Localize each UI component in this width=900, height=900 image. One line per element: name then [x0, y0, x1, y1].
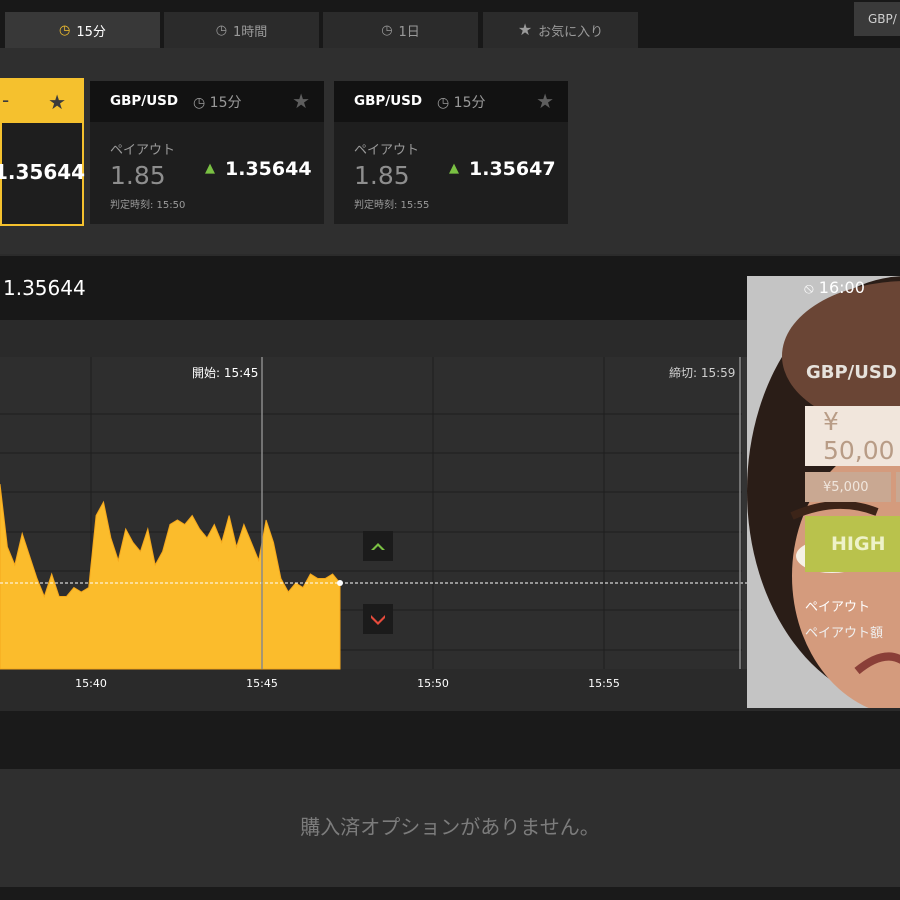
star-icon[interactable]: ★ [292, 89, 310, 113]
high-button[interactable]: HIGH [805, 516, 900, 572]
option-card-selected[interactable]: - ★ 1.35644 [0, 78, 86, 226]
low-marker[interactable] [363, 604, 393, 634]
star-icon: ★ [517, 20, 533, 39]
positions-panel: 購入済オプションがありません。 [0, 769, 900, 887]
up-arrow-icon: ▲ [449, 161, 459, 176]
card-duration: ◷ 15分 [193, 92, 242, 112]
no-entry-icon: ⦸ [804, 279, 814, 297]
tab-label: お気に入り [538, 24, 604, 40]
tab-1hour[interactable]: ◷ 1時間 [164, 12, 319, 48]
pair-select-button[interactable]: GBP/ [854, 2, 900, 36]
card-pair: GBP/USD [110, 93, 179, 109]
card-price: 1.35644 [0, 160, 86, 184]
timeframe-tab-bar: ◷ 15分 ◷ 1時間 ◷ 1日 ★ お気に入り GBP/ [0, 0, 900, 48]
clock-icon: ◷ [59, 22, 71, 38]
card-duration: ◷ 15分 [437, 92, 486, 112]
expiry-time-value: 16:00 [818, 278, 865, 297]
judgement-time: 判定時刻: 15:50 [110, 200, 186, 211]
amount-input[interactable]: ¥ 50,00 [805, 406, 900, 466]
judgement-time: 判定時刻: 15:55 [354, 200, 430, 211]
x-tick: 15:50 [417, 677, 449, 690]
option-card[interactable]: GBP/USD ◷ 15分 ★ ペイアウト 1.85 ▲ 1.35647 判定時… [334, 81, 568, 224]
x-tick: 15:55 [588, 677, 620, 690]
payout-label: ペイアウト [110, 143, 176, 158]
card-price: 1.35644 [225, 158, 312, 180]
star-icon[interactable]: ★ [536, 89, 554, 113]
clock-icon: ◷ [437, 95, 450, 111]
trade-panel: ⦸ 16:00 GBP/USD ¥ 50,00 ¥5,000 HIGH ペイアウト… [747, 276, 900, 708]
card-header: GBP/USD ◷ 15分 ★ [334, 81, 568, 122]
high-marker[interactable] [363, 531, 393, 561]
up-arrow-icon: ▲ [205, 161, 215, 176]
footer-bar [0, 887, 900, 900]
card-header: - ★ [2, 80, 82, 123]
tab-label: 1時間 [233, 24, 268, 40]
card-header: GBP/USD ◷ 15分 ★ [90, 81, 324, 122]
payout-label: ペイアウト [354, 143, 420, 158]
option-cards-row: - ★ 1.35644 GBP/USD ◷ 15分 ★ ペイアウト 1.85 ▲… [0, 48, 900, 254]
close-label: 締切: 15:59 [669, 365, 735, 380]
x-tick: 15:40 [75, 677, 107, 690]
tab-favorites[interactable]: ★ お気に入り [483, 12, 638, 48]
panel-payout-amount-label: ペイアウト額 [805, 626, 884, 641]
duration-label: 15分 [209, 95, 242, 111]
x-tick: 15:45 [246, 677, 278, 690]
payout-value: 1.85 [354, 161, 410, 190]
option-card[interactable]: GBP/USD ◷ 15分 ★ ペイアウト 1.85 ▲ 1.35644 判定時… [90, 81, 324, 224]
star-icon[interactable]: ★ [48, 90, 66, 114]
payout-value: 1.85 [110, 161, 166, 190]
tab-label: 15分 [76, 24, 106, 40]
current-point [337, 580, 343, 586]
clock-icon: ◷ [381, 22, 393, 38]
duration-label: 15分 [453, 95, 486, 111]
start-label: 開始: 15:45 [192, 366, 258, 380]
tab-1day[interactable]: ◷ 1日 [323, 12, 478, 48]
positions-header [0, 711, 900, 769]
empty-positions-message: 購入済オプションがありません。 [300, 815, 600, 839]
quick-amount-button[interactable]: ¥5,000 [805, 472, 891, 502]
high-label: HIGH [831, 533, 886, 555]
quick-amount-button[interactable] [896, 472, 900, 502]
card-pair: GBP/USD [354, 93, 423, 109]
clock-icon: ◷ [215, 22, 228, 38]
tab-label: 1日 [398, 24, 420, 40]
current-rate: 1.35644 [3, 276, 86, 300]
clock-icon: ◷ [193, 95, 206, 111]
panel-pair: GBP/USD [806, 362, 897, 383]
tab-15min[interactable]: ◷ 15分 [5, 12, 160, 48]
card-pair-fragment: - [2, 88, 10, 112]
card-price: 1.35647 [469, 158, 556, 180]
panel-payout-label: ペイアウト [805, 600, 871, 615]
expiry-time: ⦸ 16:00 [804, 278, 865, 297]
